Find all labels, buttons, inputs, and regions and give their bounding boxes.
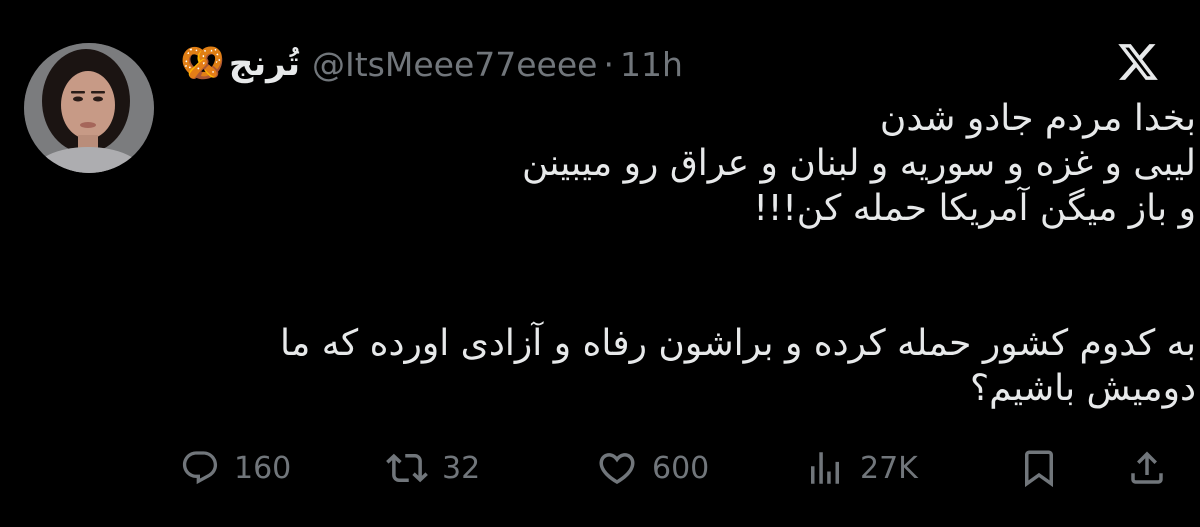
tweet-text: بخدا مردم جادو شدن لیبی و غزه و سوریه و … — [196, 96, 1196, 411]
reply-count: 160 — [234, 450, 292, 486]
tweet-header: 🥨 تُرنج @ItsMeee77eeee · 11h — [180, 36, 683, 92]
x-logo-icon[interactable] — [1116, 40, 1160, 84]
action-bar: 160 32 600 27K — [0, 440, 1200, 496]
share-icon — [1126, 447, 1168, 489]
like-count: 600 — [652, 450, 710, 486]
tweet-line: بخدا مردم جادو شدن — [879, 98, 1196, 139]
timestamp[interactable]: 11h — [620, 45, 683, 84]
repost-count: 32 — [442, 450, 481, 486]
share-button[interactable] — [1126, 440, 1168, 496]
user-handle[interactable]: @ItsMeee77eeee — [312, 45, 597, 84]
views-count: 27K — [860, 450, 918, 486]
separator-dot: · — [603, 44, 614, 84]
reply-button[interactable]: 160 — [180, 440, 291, 496]
repost-icon — [386, 447, 428, 489]
tweet-line: و باز میگن آمریکا حمله کن!!! — [753, 188, 1196, 229]
bookmark-icon — [1018, 447, 1060, 489]
pretzel-icon: 🥨 — [180, 43, 225, 84]
bookmark-button[interactable] — [1018, 440, 1060, 496]
display-name[interactable]: تُرنج — [229, 44, 300, 84]
views-button[interactable]: 27K — [804, 440, 918, 496]
heart-icon — [596, 447, 638, 489]
tweet-line: دومیش باشیم؟ — [970, 368, 1196, 409]
avatar[interactable] — [24, 43, 154, 173]
repost-button[interactable]: 32 — [386, 440, 480, 496]
reply-icon — [180, 448, 220, 488]
views-icon — [804, 447, 846, 489]
tweet-line: به کدوم کشور حمله کرده و براشون رفاه و آ… — [280, 323, 1196, 364]
like-button[interactable]: 600 — [596, 440, 709, 496]
tweet-line: لیبی و غزه و سوریه و لبنان و عراق رو میب… — [522, 143, 1196, 184]
